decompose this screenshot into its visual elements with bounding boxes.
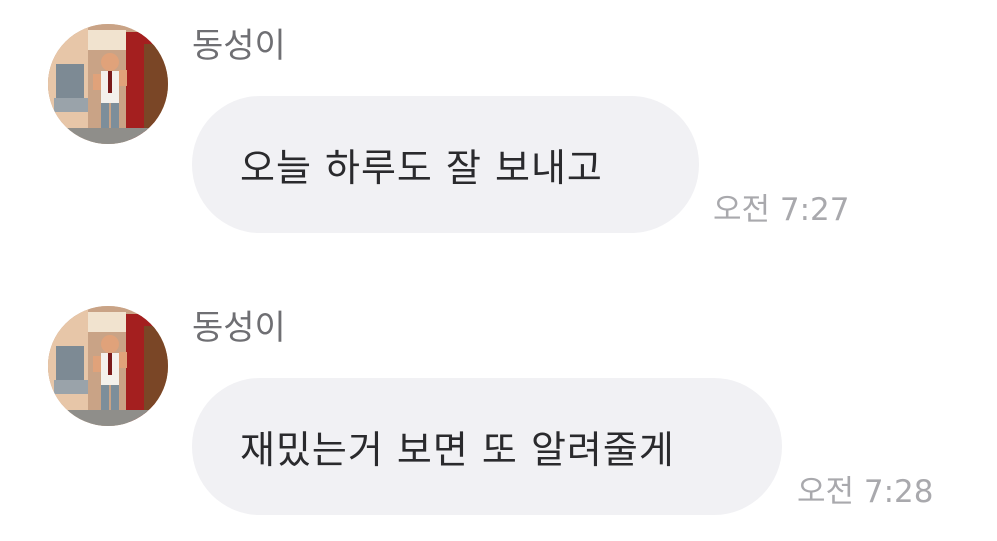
message-bubble[interactable]: 오늘 하루도 잘 보내고 [192,96,699,233]
avatar[interactable] [48,306,168,426]
message-bubble[interactable]: 재밌는거 보면 또 알려줄게 [192,378,782,515]
profile-photo-icon [48,24,168,144]
message-text: 오늘 하루도 잘 보내고 [240,146,603,190]
profile-photo-icon [48,306,168,426]
message-timestamp: 오전 7:28 [797,474,934,510]
message-group: 동성이 오늘 하루도 잘 보내고 오전 7:27 [0,0,997,270]
sender-name: 동성이 [192,26,286,66]
message-text: 재밌는거 보면 또 알려줄게 [240,428,675,472]
message-timestamp: 오전 7:27 [713,192,850,228]
sender-name: 동성이 [192,308,286,348]
avatar[interactable] [48,24,168,144]
message-group: 동성이 재밌는거 보면 또 알려줄게 오전 7:28 [0,282,997,541]
